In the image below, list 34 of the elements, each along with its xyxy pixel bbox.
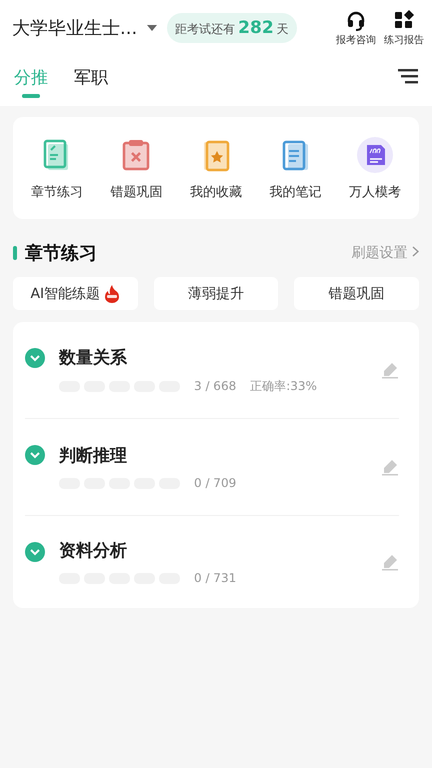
menu-icon[interactable]: [398, 68, 418, 84]
expand-toggle-icon[interactable]: [25, 445, 45, 465]
progress-count: 0 / 731: [194, 571, 236, 585]
expand-toggle-icon[interactable]: [25, 348, 45, 368]
shortcut-button[interactable]: 万人模考: [335, 137, 415, 201]
shortcut-button[interactable]: 章节练习: [17, 137, 97, 201]
countdown-label: 距考试还有: [175, 21, 236, 38]
accuracy-rate: 正确率:33%: [250, 378, 317, 394]
tab[interactable]: 军职: [74, 56, 108, 102]
mode-button[interactable]: AI智能练题: [13, 277, 138, 310]
countdown-unit: 天: [276, 21, 289, 38]
consult-button[interactable]: 报考咨询: [336, 9, 376, 47]
chapter-title[interactable]: 资料分析: [59, 539, 381, 562]
chevron-right-icon: [412, 246, 419, 257]
pencil-icon[interactable]: [381, 458, 399, 476]
progress-count: 0 / 709: [194, 476, 236, 490]
shortcut-button[interactable]: 我的收藏: [176, 137, 256, 201]
grid-icon: [393, 9, 415, 31]
shortcut-button[interactable]: 错题巩固: [96, 137, 176, 201]
progress-count: 3 / 668: [194, 379, 236, 393]
expand-toggle-icon[interactable]: [25, 542, 45, 562]
report-button[interactable]: 练习报告: [384, 9, 424, 47]
mode-button[interactable]: 错题巩固: [294, 277, 419, 310]
section-marker: [13, 246, 17, 260]
shortcut-button[interactable]: 我的笔记: [256, 137, 336, 201]
mode-button[interactable]: 薄弱提升: [154, 277, 278, 310]
section-title: 章节练习: [25, 242, 97, 265]
chapter-title[interactable]: 判断推理: [59, 444, 381, 467]
exam-title[interactable]: 大学毕业生士...: [12, 16, 138, 40]
dropdown-icon[interactable]: [147, 25, 158, 31]
headset-icon: [345, 9, 367, 31]
countdown-days: 282: [238, 18, 274, 38]
pencil-icon[interactable]: [381, 361, 399, 379]
chapter-title[interactable]: 数量关系: [59, 346, 381, 368]
